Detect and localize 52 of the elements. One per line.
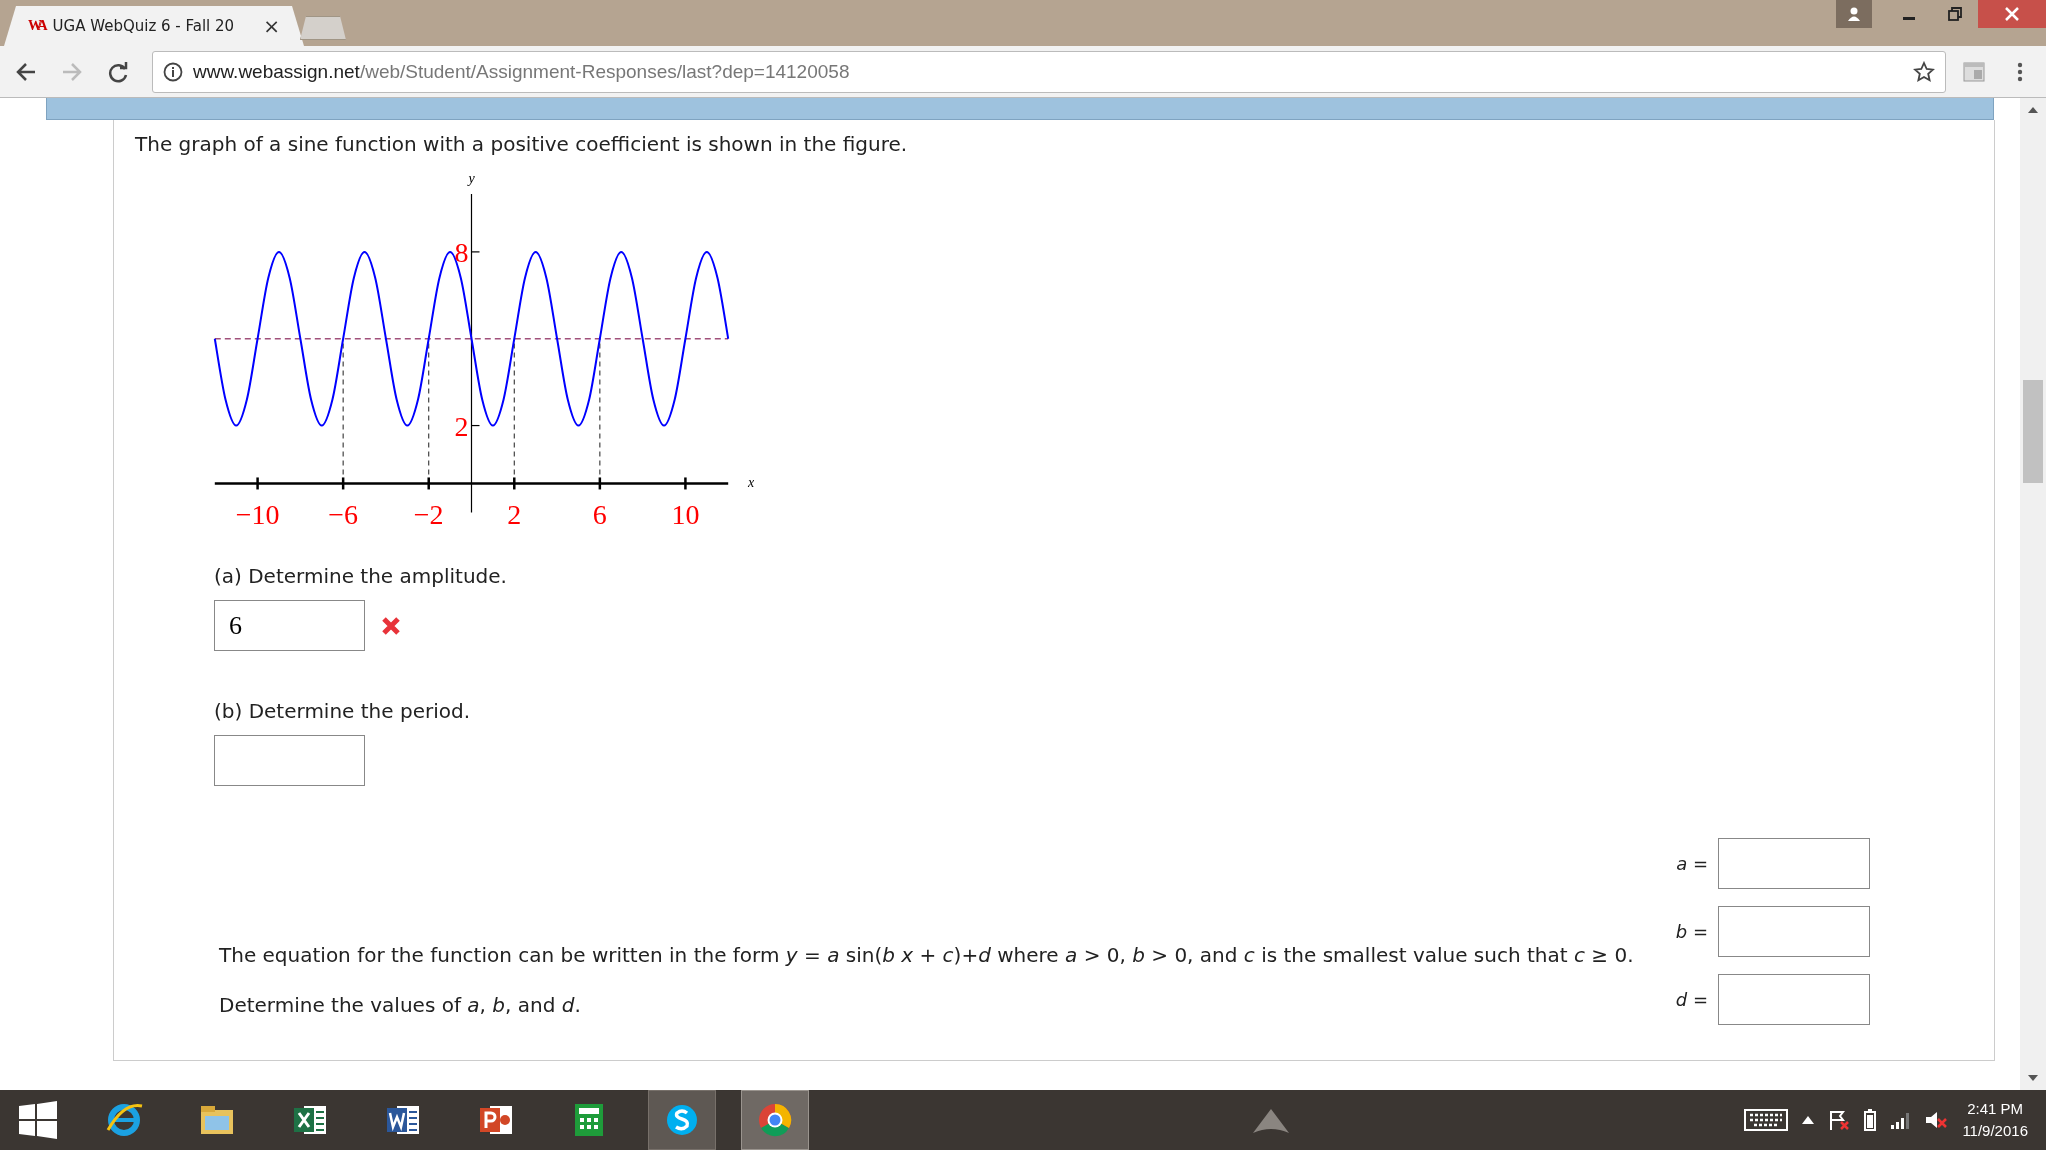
tab-close-button[interactable]: ×: [263, 14, 280, 38]
signal-icon[interactable]: [1890, 1110, 1911, 1130]
answer-field[interactable]: [1718, 974, 1870, 1025]
browser-tab[interactable]: WA UGA WebQuiz 6 - Fall 20 ×: [4, 6, 304, 46]
answer-field[interactable]: [1718, 906, 1870, 957]
caret-up-icon[interactable]: [1802, 1116, 1815, 1124]
url-text: www.webassign.net/web/Student/Assignment-Responses/last?dep=14120058: [193, 60, 851, 83]
field-label: a =: [1676, 853, 1708, 874]
windows-logo-icon: [19, 1101, 57, 1139]
forward-arrow-icon: [61, 60, 83, 83]
x-tick-label: −10: [235, 499, 280, 530]
x-axis-label: x: [748, 475, 755, 491]
x-tick-label: 6: [592, 499, 607, 530]
tab-title: UGA WebQuiz 6 - Fall 20: [52, 17, 236, 35]
scrollbar[interactable]: [2020, 98, 2046, 1090]
instruction-text: Determine the values of a, b, and d.: [219, 993, 582, 1017]
battery-icon[interactable]: [1864, 1109, 1877, 1131]
taskbar-app-icon[interactable]: [648, 1090, 716, 1150]
restore-icon: [1948, 7, 1962, 21]
scroll-thumb[interactable]: [2023, 380, 2043, 483]
part-label: (a) Determine the amplitude.: [214, 564, 508, 588]
flag-icon[interactable]: [1828, 1109, 1851, 1131]
info-icon[interactable]: [163, 61, 183, 82]
field-label: b =: [1675, 921, 1708, 942]
x-tick-label: 2: [507, 499, 522, 530]
x-tick-label: −2: [413, 499, 444, 530]
x-tick-label: 10: [671, 499, 700, 530]
answer-field[interactable]: [1718, 838, 1870, 889]
answer-field[interactable]: [214, 735, 365, 786]
y-tick-label: 8: [454, 236, 469, 268]
clock-date: 11/9/2016: [1962, 1121, 2028, 1141]
close-button[interactable]: [1978, 0, 2046, 28]
question-prompt: The graph of a sine function with a positive coefficient is shown in the figure.: [135, 132, 909, 156]
close-icon: [2004, 6, 2020, 22]
star-icon[interactable]: [1913, 60, 1935, 83]
site-favicon: WA: [28, 18, 45, 34]
keyboard-icon[interactable]: [1744, 1108, 1789, 1132]
reload-icon: [107, 60, 129, 83]
answer-field[interactable]: 6: [214, 600, 365, 651]
y-tick-label: 2: [454, 410, 469, 442]
muted-speaker-icon[interactable]: [1924, 1109, 1949, 1131]
clock-time: 2:41 PM: [1967, 1099, 2024, 1119]
field-label: d =: [1675, 989, 1708, 1010]
minimize-icon: [1903, 16, 1915, 20]
part-label: (b) Determine the period.: [214, 699, 471, 723]
address-bar[interactable]: www.webassign.net/web/Student/Assignment-Responses/last?dep=14120058: [152, 50, 1946, 93]
back-arrow-icon: [15, 60, 37, 83]
clock[interactable]: 2:41 PM 11/9/2016: [1962, 1098, 2028, 1142]
equation-text: The equation for the function can be written in the form y = a sin(b x + c)+d where a > 0, b > 0, and c is the smallest value such that c ≥ 0.: [219, 943, 1634, 967]
y-axis-label: y: [468, 171, 475, 186]
user-icon[interactable]: [1836, 0, 1872, 28]
x-tick-label: −6: [328, 499, 359, 530]
